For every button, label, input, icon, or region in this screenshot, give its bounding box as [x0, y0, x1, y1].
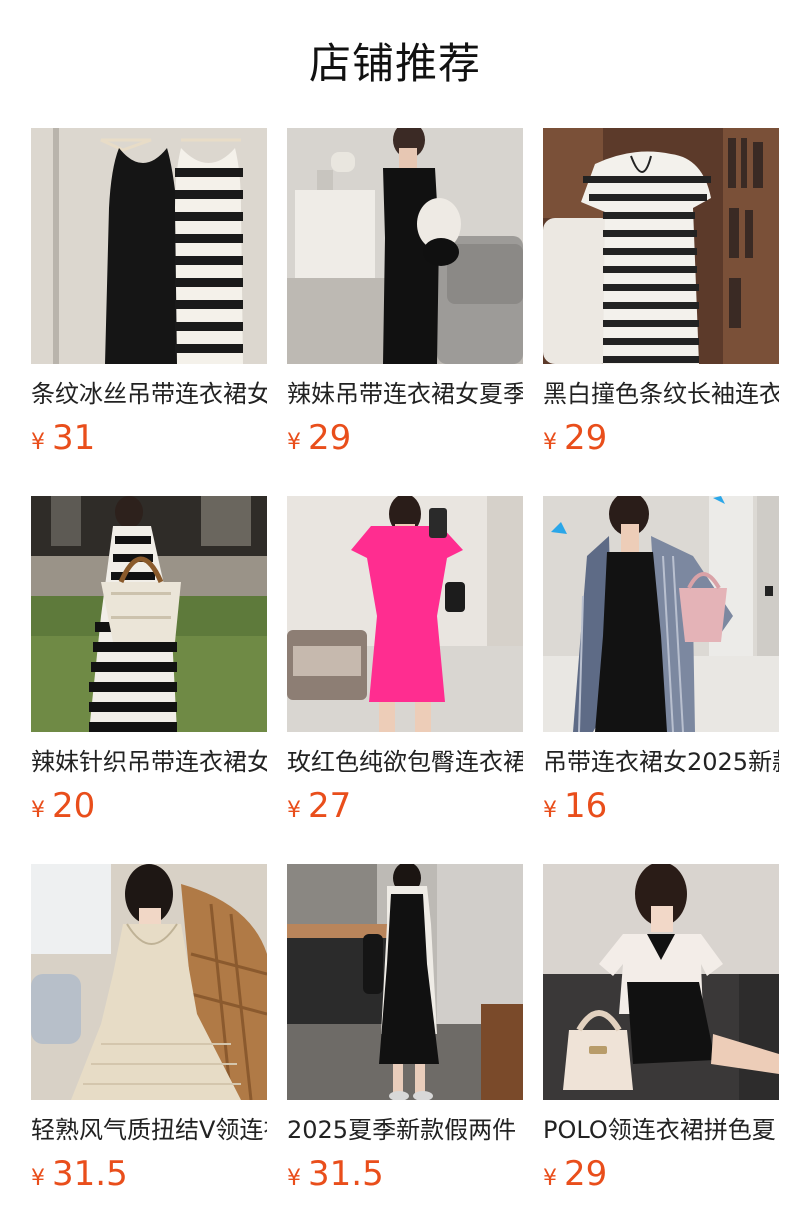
currency-symbol: ¥: [543, 430, 557, 455]
product-price: ¥20: [31, 786, 95, 826]
product-price: ¥31.5: [287, 1154, 384, 1194]
product-price: ¥29: [543, 418, 607, 458]
product-name[interactable]: POLO领连衣裙拼色夏: [543, 1112, 779, 1148]
product-image[interactable]: [287, 496, 523, 732]
price-amount: 29: [564, 1154, 608, 1194]
product-card[interactable]: 辣妹针织吊带连衣裙女 ¥20: [31, 496, 267, 826]
product-card[interactable]: 辣妹吊带连衣裙女夏季 ¥29: [287, 128, 523, 458]
product-image[interactable]: [31, 496, 267, 732]
product-image[interactable]: [543, 128, 779, 364]
price-amount: 31.5: [52, 1154, 128, 1194]
currency-symbol: ¥: [31, 798, 45, 823]
product-image[interactable]: [31, 864, 267, 1100]
product-price: ¥16: [543, 786, 607, 826]
currency-symbol: ¥: [31, 430, 45, 455]
product-name[interactable]: 2025夏季新款假两件: [287, 1112, 523, 1148]
product-name[interactable]: 轻熟风气质扭结V领连衣裙: [31, 1112, 267, 1148]
product-card[interactable]: 黑白撞色条纹长袖连衣裙 ¥29: [543, 128, 779, 458]
product-card[interactable]: POLO领连衣裙拼色夏 ¥29: [543, 864, 779, 1194]
product-card[interactable]: 条纹冰丝吊带连衣裙女 ¥31: [31, 128, 267, 458]
currency-symbol: ¥: [543, 1166, 557, 1191]
price-amount: 16: [564, 786, 608, 826]
price-amount: 20: [52, 786, 96, 826]
price-amount: 31.5: [308, 1154, 384, 1194]
price-amount: 29: [308, 418, 352, 458]
product-card[interactable]: 吊带连衣裙女2025新款 ¥16: [543, 496, 779, 826]
product-image[interactable]: [543, 864, 779, 1100]
price-amount: 29: [564, 418, 608, 458]
product-grid: 条纹冰丝吊带连衣裙女 ¥31 辣妹吊带连衣裙女夏季 ¥ 29 黑白撞色条纹长袖连…: [31, 128, 779, 1194]
product-name[interactable]: 辣妹吊带连衣裙女夏季: [287, 376, 523, 412]
product-price: ¥31.5: [31, 1154, 128, 1194]
page-title: 店铺推荐: [308, 39, 481, 88]
currency-symbol: ¥: [31, 1166, 45, 1191]
product-card[interactable]: 玫红色纯欲包臀连衣裙 ¥27: [287, 496, 523, 826]
product-price: ¥31: [31, 418, 95, 458]
product-image[interactable]: [287, 128, 523, 364]
product-name[interactable]: 吊带连衣裙女2025新款: [543, 744, 779, 780]
product-name[interactable]: 黑白撞色条纹长袖连衣裙: [543, 376, 779, 412]
product-card[interactable]: 2025夏季新款假两件 ¥31.5: [287, 864, 523, 1194]
product-name[interactable]: 玫红色纯欲包臀连衣裙: [287, 744, 523, 780]
product-image[interactable]: [31, 128, 267, 364]
product-price: ¥29: [287, 418, 351, 458]
currency-symbol: ¥: [287, 798, 301, 823]
header: 店铺推荐: [0, 0, 790, 120]
product-price: ¥29: [543, 1154, 607, 1194]
currency-symbol: ¥: [287, 430, 301, 455]
product-image[interactable]: [287, 864, 523, 1100]
product-card[interactable]: 轻熟风气质扭结V领连衣裙 ¥31.5: [31, 864, 267, 1194]
currency-symbol: ¥: [287, 1166, 301, 1191]
product-image[interactable]: [543, 496, 779, 732]
price-amount: 27: [308, 786, 352, 826]
currency-symbol: ¥: [543, 798, 557, 823]
product-name[interactable]: 条纹冰丝吊带连衣裙女: [31, 376, 267, 412]
price-amount: 31: [52, 418, 96, 458]
product-name[interactable]: 辣妹针织吊带连衣裙女: [31, 744, 267, 780]
product-price: ¥27: [287, 786, 351, 826]
